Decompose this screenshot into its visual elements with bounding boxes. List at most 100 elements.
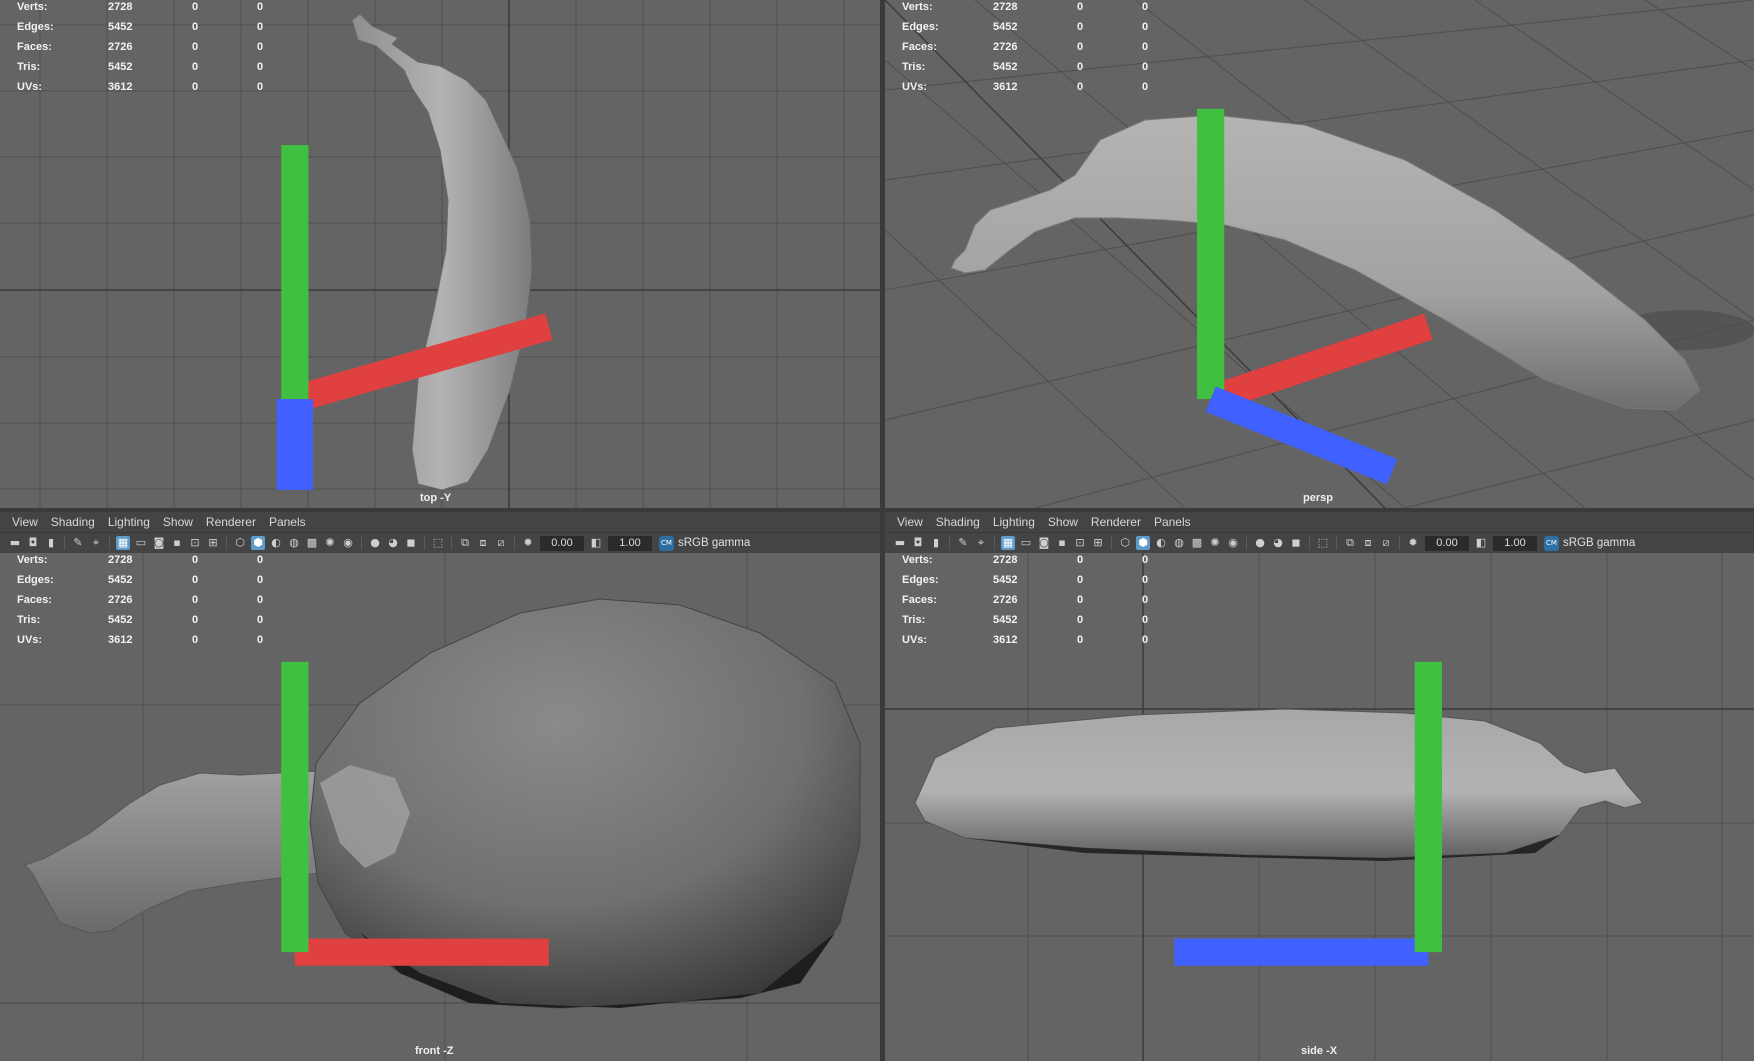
toolbar-separator [361, 536, 362, 550]
grid-icon[interactable]: ▦ [116, 536, 130, 550]
menu-view[interactable]: View [12, 515, 38, 529]
safe-title-icon[interactable]: ⊞ [206, 536, 220, 550]
exposure-icon: ✹ [1408, 536, 1418, 549]
shadows-icon[interactable]: ◉ [1226, 536, 1240, 550]
resolution-gate-icon[interactable]: ◙ [152, 536, 166, 550]
camera-label: persp [1303, 492, 1333, 504]
panel-toolbar: ▬ ◘ ▮ ✎ ⌖ ▦ ▭ ◙ ▪ ⊡ ⊞ ⬡ ⬢ ◐ ◍ ▩ ✺ ◉ ● ◕ … [0, 532, 880, 553]
xray-joints-icon[interactable]: ⧉ [458, 536, 472, 550]
colorspace-label[interactable]: sRGB gamma [1563, 537, 1635, 549]
safe-title-icon[interactable]: ⊞ [1091, 536, 1105, 550]
resolution-gate-icon[interactable]: ◙ [1037, 536, 1051, 550]
lighting-icon[interactable]: ✺ [323, 536, 337, 550]
viewport-canvas[interactable]: Verts: 2728 0 0 Edges: 5452 0 0 Faces: 2726 0 0 T… [885, 0, 1754, 508]
color-management-icon[interactable]: CM [1544, 535, 1559, 551]
camera-icon[interactable]: ▬ [8, 536, 22, 550]
toolbar-separator [514, 536, 515, 550]
shadows-icon[interactable]: ◉ [341, 536, 355, 550]
menu-panels[interactable]: Panels [1154, 515, 1191, 529]
smooth-shade-icon[interactable]: ⬢ [251, 536, 265, 550]
camera-icon[interactable]: ▬ [893, 536, 907, 550]
menu-panels[interactable]: Panels [269, 515, 306, 529]
menu-renderer[interactable]: Renderer [206, 515, 256, 529]
exposure-field[interactable]: 0.00 [1425, 535, 1469, 551]
menu-view[interactable]: View [897, 515, 923, 529]
toolbar-separator [1399, 536, 1400, 550]
toolbar-separator [451, 536, 452, 550]
menu-lighting[interactable]: Lighting [993, 515, 1035, 529]
camera-label: side -X [1301, 1045, 1338, 1057]
xray-icon[interactable]: ▩ [1190, 536, 1204, 550]
snap-icon[interactable]: ⌖ [89, 536, 103, 550]
field-chart-icon[interactable]: ▪ [1055, 536, 1069, 550]
viewport-front[interactable]: View Shading Lighting Show Renderer Pane… [0, 512, 880, 1061]
film-gate-icon[interactable]: ▭ [1019, 536, 1033, 550]
color-management-icon[interactable]: CM [659, 535, 674, 551]
axis-gizmo-icon [1174, 661, 1442, 966]
menu-show[interactable]: Show [1048, 515, 1078, 529]
exposure-field[interactable]: 0.00 [540, 535, 584, 551]
backface-icon[interactable]: ⧄ [1379, 536, 1393, 550]
toolbar-separator [949, 536, 950, 550]
bookmark-icon[interactable]: ▮ [929, 536, 943, 550]
image-plane-icon[interactable]: ✎ [71, 536, 85, 550]
exposure-icon: ✹ [523, 536, 533, 549]
snap-icon[interactable]: ⌖ [974, 536, 988, 550]
menu-show[interactable]: Show [163, 515, 193, 529]
wireframe-icon[interactable]: ⬡ [1118, 536, 1132, 550]
xray-icon[interactable]: ▩ [305, 536, 319, 550]
textured-icon[interactable]: ◍ [287, 536, 301, 550]
menu-shading[interactable]: Shading [936, 515, 980, 529]
safe-action-icon[interactable]: ⊡ [1073, 536, 1087, 550]
bookmark-icon[interactable]: ▮ [44, 536, 58, 550]
ambient-occlusion-icon[interactable]: ● [368, 536, 382, 550]
wireframe-icon[interactable]: ⬡ [233, 536, 247, 550]
textured-icon[interactable]: ◍ [1172, 536, 1186, 550]
colorspace-label[interactable]: sRGB gamma [678, 537, 750, 549]
isolate-icon[interactable]: ⬚ [1316, 536, 1330, 550]
toolbar-separator [1336, 536, 1337, 550]
gamma-field[interactable]: 1.00 [608, 535, 652, 551]
ambient-occlusion-icon[interactable]: ● [1253, 536, 1267, 550]
motion-blur-icon[interactable]: ◕ [386, 536, 400, 550]
xray-joints-icon[interactable]: ⧉ [1343, 536, 1357, 550]
xray-active-icon[interactable]: ⧈ [476, 536, 490, 550]
camera-attr-icon[interactable]: ◘ [911, 536, 925, 550]
field-chart-icon[interactable]: ▪ [170, 536, 184, 550]
default-material-icon[interactable]: ◐ [269, 536, 283, 550]
menu-shading[interactable]: Shading [51, 515, 95, 529]
motion-blur-icon[interactable]: ◕ [1271, 536, 1285, 550]
toolbar-separator [1246, 536, 1247, 550]
panel-menubar: View Shading Lighting Show Renderer Pane… [885, 512, 1754, 532]
xray-active-icon[interactable]: ⧈ [1361, 536, 1375, 550]
antialias-icon[interactable]: ◼ [1289, 536, 1303, 550]
toolbar-separator [424, 536, 425, 550]
panel-toolbar: ▬ ◘ ▮ ✎ ⌖ ▦ ▭ ◙ ▪ ⊡ ⊞ ⬡ ⬢ ◐ ◍ ▩ ✺ ◉ ● ◕ … [885, 532, 1754, 553]
toolbar-separator [226, 536, 227, 550]
grid-icon[interactable]: ▦ [1001, 536, 1015, 550]
viewport-top[interactable]: Verts: 2728 0 0 Edges: 5452 0 0 Faces: 2726 0 0 T… [0, 0, 880, 508]
menu-lighting[interactable]: Lighting [108, 515, 150, 529]
camera-attr-icon[interactable]: ◘ [26, 536, 40, 550]
viewport-canvas[interactable]: Verts: 2728 0 0 Edges: 5452 0 0 Faces: 2726 0 0 T… [0, 553, 880, 1061]
camera-label: front -Z [415, 1045, 454, 1057]
axis-gizmo-icon [281, 661, 549, 966]
image-plane-icon[interactable]: ✎ [956, 536, 970, 550]
menu-renderer[interactable]: Renderer [1091, 515, 1141, 529]
lighting-icon[interactable]: ✺ [1208, 536, 1222, 550]
viewport-canvas[interactable]: Verts: 2728 0 0 Edges: 5452 0 0 Faces: 2726 0 0 T… [0, 0, 880, 508]
viewport-canvas[interactable]: Verts: 2728 0 0 Edges: 5452 0 0 Faces: 2726 0 0 T… [885, 553, 1754, 1061]
toolbar-separator [109, 536, 110, 550]
toolbar-separator [64, 536, 65, 550]
safe-action-icon[interactable]: ⊡ [188, 536, 202, 550]
smooth-shade-icon[interactable]: ⬢ [1136, 536, 1150, 550]
panel-menubar: View Shading Lighting Show Renderer Pane… [0, 512, 880, 532]
film-gate-icon[interactable]: ▭ [134, 536, 148, 550]
default-material-icon[interactable]: ◐ [1154, 536, 1168, 550]
viewport-persp[interactable]: Verts: 2728 0 0 Edges: 5452 0 0 Faces: 2726 0 0 T… [885, 0, 1754, 508]
viewport-side[interactable]: View Shading Lighting Show Renderer Pane… [885, 512, 1754, 1061]
antialias-icon[interactable]: ◼ [404, 536, 418, 550]
gamma-field[interactable]: 1.00 [1493, 535, 1537, 551]
isolate-icon[interactable]: ⬚ [431, 536, 445, 550]
backface-icon[interactable]: ⧄ [494, 536, 508, 550]
